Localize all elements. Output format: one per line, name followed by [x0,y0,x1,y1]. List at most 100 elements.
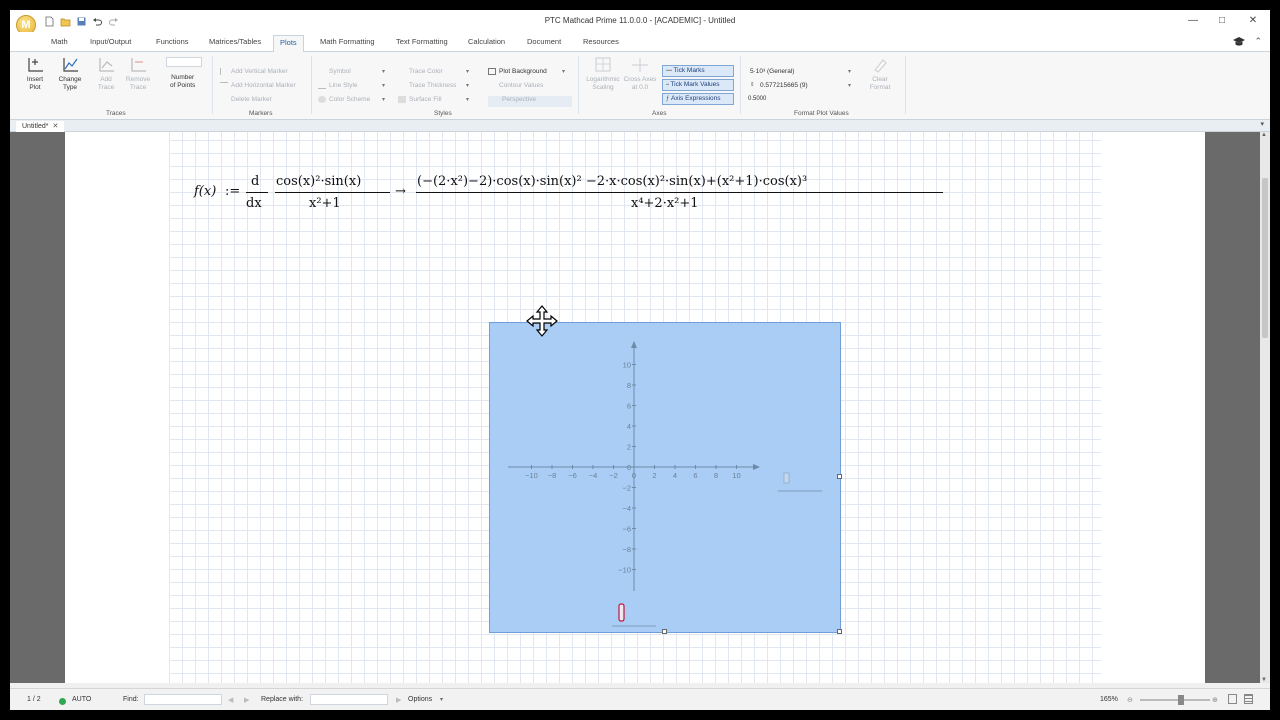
line-style-dropdown[interactable]: Line Style [318,82,358,89]
collapse-ribbon-icon[interactable]: ⌃ [1254,36,1262,47]
zoom-in-icon[interactable]: ⊕ [1212,696,1218,704]
maximize-button[interactable]: □ [1215,14,1229,28]
chevron-down-icon: ▾ [848,69,852,75]
y-tick-label: −4 [622,504,631,513]
resize-handle[interactable] [837,629,842,634]
y-tick-label: −2 [622,484,631,493]
add-trace-button[interactable]: Add Trace [91,56,121,92]
format-dropdown[interactable]: 5·10³ (General) [750,68,794,75]
options-dropdown[interactable]: Options [408,696,432,703]
y-tick-label: −8 [622,545,631,554]
derivative-numerator: d [251,174,260,189]
number-of-points-input[interactable] [166,57,202,67]
tab-resources[interactable]: Resources [583,37,619,46]
close-icon[interactable]: ✕ [52,123,58,130]
minimize-button[interactable]: — [1186,14,1200,28]
contour-values-icon [488,82,496,89]
chevron-down-icon: ▾ [562,69,566,75]
page-margin-right [1101,132,1205,683]
cross-axes-button[interactable]: Cross Axes at 0.0 [623,56,657,92]
color-scheme-label: Color Scheme [329,96,371,104]
logarithmic-scaling-button[interactable]: Logarithmic Scaling [586,56,620,92]
find-input[interactable] [144,694,222,705]
worksheet-page[interactable]: f(x) := d dx cos(x)²·sin(x) x²+1 → (−(2·… [65,132,1205,683]
line-style-label: Line Style [329,82,358,90]
replace-label: Replace with: [261,696,304,703]
color-scheme-icon [318,96,326,103]
trace-thickness-dropdown[interactable]: Trace Thickness [398,82,456,89]
close-window-button[interactable]: ✕ [1246,14,1260,28]
perspective-button[interactable]: Perspective [488,96,572,107]
tab-matrices-tables[interactable]: Matrices/Tables [209,37,261,46]
chevron-down-icon: ▾ [466,69,470,75]
trace-color-label: Trace Color [409,68,443,76]
zoom-level: 165% [1100,696,1118,703]
add-vertical-marker-button[interactable]: Add Vertical Marker [220,68,288,75]
axis-expressions-toggle[interactable]: ƒ Axis Expressions [662,93,734,105]
markers-group-label: Markers [249,110,273,117]
insert-plot-label: Insert Plot [26,76,44,91]
tick-mark-values-toggle[interactable]: ┅ Tick Mark Values [662,79,734,91]
change-type-button[interactable]: Change Type [55,56,85,92]
vertical-scrollbar[interactable]: ▲ ▼ [1260,132,1270,683]
zoom-out-icon[interactable]: ⊖ [1127,696,1133,704]
tab-calculation[interactable]: Calculation [468,37,505,46]
plot-background-dropdown[interactable]: Plot Background [488,68,547,75]
tab-document[interactable]: Document [527,37,561,46]
tab-math[interactable]: Math [51,37,68,46]
move-cursor-icon [526,305,558,337]
remove-trace-button[interactable]: Remove Trace [123,56,153,92]
document-tab[interactable]: Untitled* ✕ [16,121,65,132]
find-next-icon[interactable]: ▶ [244,696,249,704]
zoom-slider[interactable] [1140,699,1210,701]
tab-math-formatting[interactable]: Math Formatting [320,37,375,46]
replace-next-icon[interactable]: ▶ [396,696,401,704]
color-scheme-dropdown[interactable]: Color Scheme [318,96,370,103]
ribbon-plots: Insert Plot Change Type Add Trace Remove… [10,52,1270,120]
plot-background-label: Plot Background [499,68,547,76]
xy-plot-region[interactable]: −10 −8 −6 −4 −2 0 2 4 6 8 10 10 8 6 4 2 0 −2 −4 −6 −8 −10 [489,322,842,634]
perspective-label: Perspective [502,96,536,103]
page-margin-left [65,132,169,683]
tab-functions[interactable]: Functions [156,37,189,46]
trace-color-dropdown[interactable]: Trace Color [398,68,443,75]
draft-view-icon[interactable] [1244,694,1253,704]
ribbon-separator [212,56,213,114]
x-tick-label: 10 [732,471,740,480]
resize-handle[interactable] [662,629,667,634]
graduation-cap-icon[interactable] [1232,36,1246,48]
chevron-down-icon[interactable]: ▾ [1260,120,1264,128]
calc-status-icon [59,698,66,705]
scrollbar-thumb[interactable] [1262,178,1268,338]
tab-text-formatting[interactable]: Text Formatting [396,37,448,46]
value-field[interactable]: 0.5000 [748,96,766,102]
scroll-up-icon[interactable]: ▲ [1261,132,1267,138]
tab-plots[interactable]: Plots [273,35,304,53]
scroll-down-icon[interactable]: ▼ [1261,677,1267,683]
delete-marker-button[interactable]: Delete Marker [220,96,272,103]
contour-values-button[interactable]: Contour Values [488,82,543,89]
page-view-icon[interactable] [1228,694,1237,704]
insert-plot-button[interactable]: Insert Plot [20,56,50,92]
symbol-dropdown[interactable]: Symbol [318,68,351,75]
surface-fill-dropdown[interactable]: Surface Fill [398,96,442,103]
chevron-down-icon: ▾ [382,97,386,103]
precision-stepper-icon[interactable]: ⇕ [750,82,755,88]
format-plot-values-group-label: Format Plot Values [794,110,849,117]
add-horizontal-marker-button[interactable]: Add Horizontal Marker [220,82,296,89]
clear-format-button[interactable]: Clear Format [865,56,895,92]
symbol-label: Symbol [329,68,351,76]
x-axis-expression-placeholder [618,603,625,622]
resize-handle[interactable] [837,474,842,479]
line-style-icon [318,82,326,89]
zoom-slider-thumb[interactable] [1178,695,1184,705]
tab-input-output[interactable]: Input/Output [90,37,131,46]
precision-dropdown[interactable]: 0.577215665 (9) [760,82,808,89]
remove-trace-label: Remove Trace [125,76,151,91]
replace-input[interactable] [310,694,388,705]
find-previous-icon[interactable]: ◀ [228,696,233,704]
worksheet-area[interactable]: f(x) := d dx cos(x)²·sin(x) x²+1 → (−(2·… [10,132,1260,683]
tick-marks-toggle[interactable]: ┅┅ Tick Marks [662,65,734,77]
trace-color-icon [398,68,406,75]
calc-mode-button[interactable]: AUTO [72,696,91,703]
